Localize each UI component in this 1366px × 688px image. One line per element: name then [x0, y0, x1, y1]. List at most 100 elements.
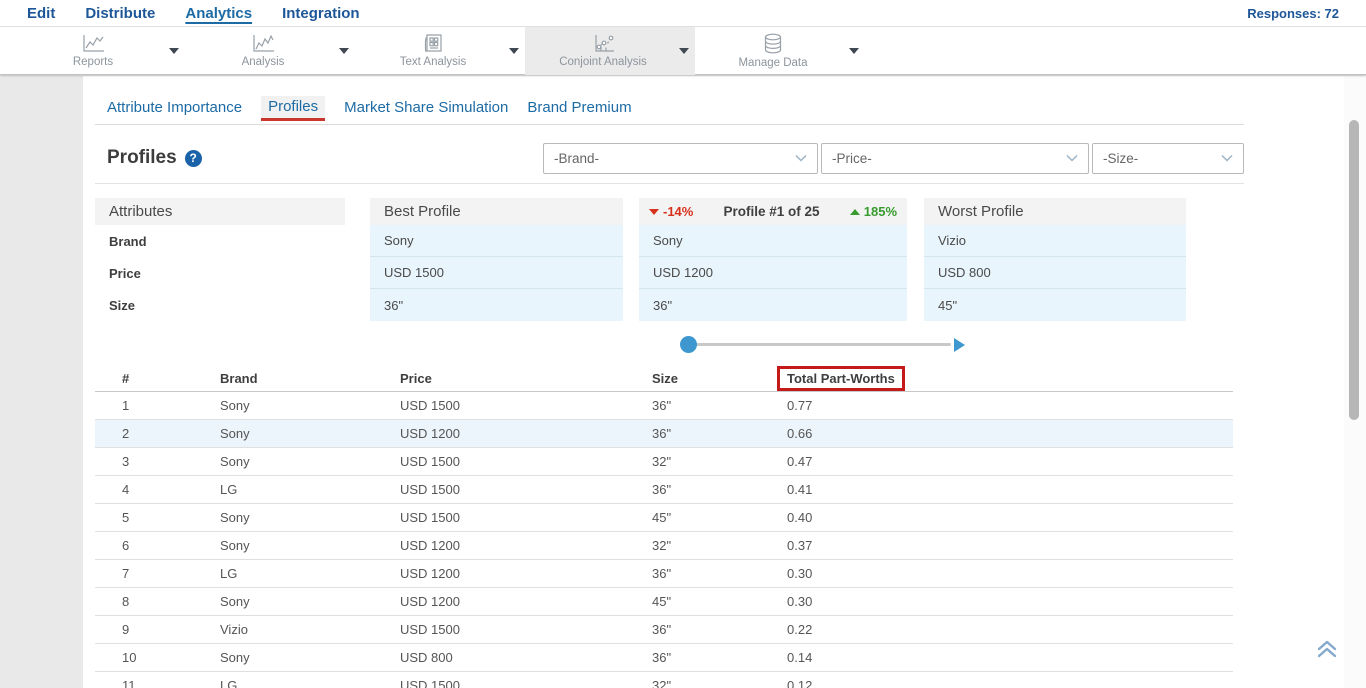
- toolbar-item-label: Conjoint Analysis: [559, 56, 647, 68]
- chevron-down-icon[interactable]: [509, 48, 519, 54]
- row-price: USD 1500: [400, 454, 652, 469]
- scroll-to-top-button[interactable]: [1316, 639, 1338, 664]
- nav-item-edit[interactable]: Edit: [27, 0, 55, 27]
- row-price: USD 1500: [400, 398, 652, 413]
- chevron-down-icon[interactable]: [339, 48, 349, 54]
- price-filter-dropdown[interactable]: -Price-: [821, 143, 1089, 174]
- triangle-down-icon: [649, 209, 659, 215]
- toolbar-item-label: Reports: [73, 56, 113, 68]
- best-profile-header: Best Profile: [370, 198, 623, 225]
- dropdown-value: -Size-: [1103, 151, 1221, 166]
- toolbar-item-text-analysis[interactable]: Text Analysis: [355, 27, 525, 75]
- row-brand: Sony: [220, 398, 400, 413]
- attributes-header: Attributes: [95, 198, 345, 225]
- chevron-down-icon[interactable]: [169, 48, 179, 54]
- slider-handle[interactable]: [680, 336, 697, 353]
- row-total-part-worths: 0.30: [787, 594, 1233, 609]
- row-size: 36": [652, 566, 787, 581]
- chevron-down-icon[interactable]: [849, 48, 859, 54]
- row-total-part-worths: 0.37: [787, 538, 1233, 553]
- chevron-down-icon: [1066, 154, 1078, 162]
- row-number: 10: [95, 650, 220, 665]
- subtab-bar: Attribute Importance Profiles Market Sha…: [95, 96, 1244, 121]
- nav-item-integration[interactable]: Integration: [282, 0, 360, 27]
- row-price: USD 1200: [400, 566, 652, 581]
- current-profile-size: 36": [639, 289, 907, 321]
- conjoint-analysis-icon: [590, 34, 616, 54]
- column-header-number: #: [95, 371, 220, 386]
- slider-next-arrow-icon[interactable]: [954, 338, 965, 352]
- row-brand: Sony: [220, 510, 400, 525]
- row-size: 36": [652, 426, 787, 441]
- toolbar-item-analysis[interactable]: Analysis: [185, 27, 355, 75]
- help-icon[interactable]: ?: [185, 150, 202, 167]
- row-size: 32": [652, 678, 787, 688]
- worst-profile-header: Worst Profile: [924, 198, 1186, 225]
- nav-item-distribute[interactable]: Distribute: [85, 0, 155, 27]
- chevron-down-icon: [1221, 154, 1233, 162]
- best-profile-brand: Sony: [370, 225, 623, 257]
- attributes-panel: Attributes Brand Price Size: [95, 198, 345, 321]
- table-row[interactable]: 9 Vizio USD 1500 36" 0.22: [95, 616, 1233, 644]
- table-row[interactable]: 4 LG USD 1500 36" 0.41: [95, 476, 1233, 504]
- table-header-row: # Brand Price Size Total Part-Worths: [95, 366, 1233, 392]
- row-total-part-worths: 0.47: [787, 454, 1233, 469]
- row-number: 5: [95, 510, 220, 525]
- nav-item-analytics[interactable]: Analytics: [185, 0, 252, 27]
- row-brand: Sony: [220, 538, 400, 553]
- row-size: 36": [652, 398, 787, 413]
- row-size: 36": [652, 622, 787, 637]
- row-number: 3: [95, 454, 220, 469]
- tab-attribute-importance[interactable]: Attribute Importance: [107, 99, 242, 121]
- worst-profile-price: USD 800: [924, 257, 1186, 289]
- slider-track[interactable]: [688, 343, 951, 346]
- toolbar-item-manage-data[interactable]: Manage Data: [695, 27, 865, 75]
- row-price: USD 1500: [400, 482, 652, 497]
- filter-dropdowns: -Brand- -Price- -Size-: [543, 143, 1244, 174]
- increase-percentage: 185%: [850, 204, 897, 219]
- toolbar-item-label: Text Analysis: [400, 56, 466, 68]
- dropdown-value: -Brand-: [554, 151, 795, 166]
- scrollbar-thumb[interactable]: [1349, 120, 1359, 420]
- toolbar-item-conjoint-analysis[interactable]: Conjoint Analysis: [525, 27, 695, 75]
- decrease-percentage: -14%: [649, 204, 693, 219]
- table-row[interactable]: 1 Sony USD 1500 36" 0.77: [95, 392, 1233, 420]
- row-size: 32": [652, 454, 787, 469]
- toolbar-item-reports[interactable]: Reports: [15, 27, 185, 75]
- row-total-part-worths: 0.66: [787, 426, 1233, 441]
- table-row[interactable]: 11 LG USD 1500 32" 0.12: [95, 672, 1233, 688]
- row-size: 36": [652, 482, 787, 497]
- worst-profile-card: Worst Profile Vizio USD 800 45": [924, 198, 1186, 321]
- row-total-part-worths: 0.12: [787, 678, 1233, 688]
- row-brand: Sony: [220, 454, 400, 469]
- vertical-scrollbar[interactable]: [1344, 76, 1366, 688]
- page-title: Profiles: [107, 147, 177, 169]
- tab-market-share-simulation[interactable]: Market Share Simulation: [344, 99, 508, 121]
- tab-brand-premium[interactable]: Brand Premium: [527, 99, 631, 121]
- current-profile-title: Profile #1 of 25: [724, 204, 820, 219]
- row-size: 45": [652, 594, 787, 609]
- best-profile-price: USD 1500: [370, 257, 623, 289]
- column-header-size: Size: [652, 371, 787, 386]
- analytics-toolbar: Reports Analysis: [0, 27, 1366, 75]
- table-row[interactable]: 5 Sony USD 1500 45" 0.40: [95, 504, 1233, 532]
- size-filter-dropdown[interactable]: -Size-: [1092, 143, 1244, 174]
- table-row[interactable]: 7 LG USD 1200 36" 0.30: [95, 560, 1233, 588]
- table-row[interactable]: 6 Sony USD 1200 32" 0.37: [95, 532, 1233, 560]
- table-row[interactable]: 3 Sony USD 1500 32" 0.47: [95, 448, 1233, 476]
- database-icon: [762, 33, 784, 55]
- brand-filter-dropdown[interactable]: -Brand-: [543, 143, 818, 174]
- row-number: 9: [95, 622, 220, 637]
- worst-profile-size: 45": [924, 289, 1186, 321]
- row-brand: LG: [220, 482, 400, 497]
- attribute-label-brand: Brand: [95, 225, 345, 257]
- conjoint-analysis-panel: Attribute Importance Profiles Market Sha…: [83, 76, 1344, 688]
- row-number: 6: [95, 538, 220, 553]
- row-price: USD 1200: [400, 538, 652, 553]
- table-row[interactable]: 10 Sony USD 800 36" 0.14: [95, 644, 1233, 672]
- table-row[interactable]: 8 Sony USD 1200 45" 0.30: [95, 588, 1233, 616]
- tab-profiles[interactable]: Profiles: [261, 96, 325, 121]
- chevron-down-icon[interactable]: [679, 48, 689, 54]
- row-number: 11: [95, 678, 220, 688]
- table-row[interactable]: 2 Sony USD 1200 36" 0.66: [95, 420, 1233, 448]
